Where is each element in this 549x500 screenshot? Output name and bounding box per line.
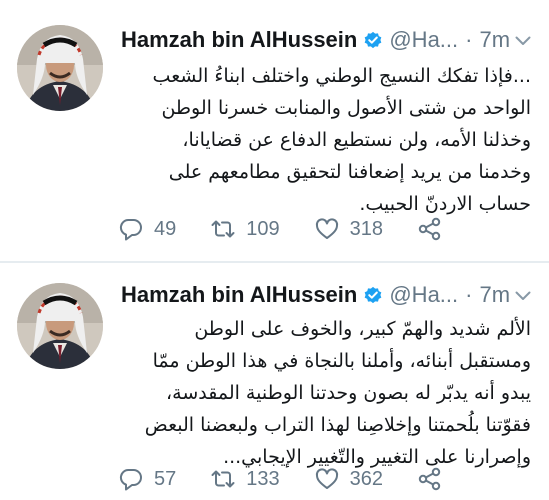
- retweet-count: 109: [246, 217, 280, 240]
- timestamp[interactable]: 7m: [479, 27, 510, 53]
- like-count: 318: [349, 217, 383, 240]
- avatar-image: [17, 283, 103, 369]
- separator-dot: ·: [465, 282, 473, 307]
- reply-button[interactable]: 49: [118, 216, 176, 242]
- tweet-text: ...فإذا تفكك النسيج الوطني واختلف ابناءُ…: [118, 60, 531, 220]
- tweet-actions: 57 133 362: [118, 464, 477, 494]
- tweet-text-line: وخدمنا من يريد إضعافنا لتحقيق مطامعهم عل…: [168, 161, 531, 183]
- timestamp[interactable]: 7m: [479, 282, 510, 308]
- tweet-text-line: يبدو أنه يدبّر له بصون وحدتنا الوطنية ال…: [166, 382, 531, 404]
- retweet-icon: [211, 220, 235, 238]
- author-handle[interactable]: @Ha...: [389, 27, 458, 53]
- like-count: 362: [349, 467, 383, 490]
- reply-count: 57: [154, 467, 177, 490]
- tweet-text-line: فقوّتنا بلُحمتنا وإخلاصِنا لهذا التراب و…: [144, 414, 531, 436]
- reply-count: 49: [154, 217, 177, 240]
- chevron-down-icon[interactable]: [515, 36, 531, 46]
- tweet-header: Hamzah bin AlHussein @Ha... · 7m: [121, 279, 510, 311]
- avatar[interactable]: [17, 283, 103, 369]
- heart-icon: [315, 218, 338, 239]
- like-button[interactable]: 362: [314, 466, 383, 492]
- like-button[interactable]: 318: [314, 216, 383, 242]
- avatar-image: [17, 25, 103, 111]
- reply-icon: [119, 218, 142, 241]
- verified-badge-icon: [363, 30, 383, 50]
- tweet[interactable]: Hamzah bin AlHussein @Ha... · 7m ...فإذا…: [0, 0, 549, 262]
- tweet-text: الألم شديد والهمّ كبير، والخوف على الوطن…: [118, 313, 531, 473]
- separator-dot: ·: [465, 27, 473, 52]
- tweet-text-line: الواحد من شتى الأصول والمنابت خسرنا الوط…: [161, 97, 531, 119]
- share-icon: [418, 217, 441, 241]
- share-button[interactable]: [417, 466, 443, 492]
- reply-button[interactable]: 57: [118, 466, 176, 492]
- tweet-text-line: ومستقبل أبنائه، وأملنا بالنجاة في هذا ال…: [152, 350, 531, 372]
- reply-icon: [119, 468, 142, 491]
- tweet-text-line: الألم شديد والهمّ كبير، والخوف على الوطن: [194, 318, 531, 340]
- tweet-actions: 49 109 318: [118, 214, 477, 244]
- share-icon: [418, 467, 441, 491]
- author-name[interactable]: Hamzah bin AlHussein: [121, 27, 357, 53]
- tweet-text-line: ...فإذا تفكك النسيج الوطني واختلف ابناءُ…: [152, 65, 531, 87]
- retweet-count: 133: [246, 467, 280, 490]
- retweet-button[interactable]: 133: [210, 466, 280, 492]
- author-handle[interactable]: @Ha...: [389, 282, 458, 308]
- retweet-button[interactable]: 109: [210, 216, 280, 242]
- tweet[interactable]: Hamzah bin AlHussein @Ha... · 7m الألم ش…: [0, 263, 549, 500]
- tweet-text-line: وخذلنا الأمه، ولن نستطيع الدفاع عن قضايا…: [182, 129, 531, 151]
- heart-icon: [315, 468, 338, 489]
- avatar[interactable]: [17, 25, 103, 111]
- chevron-down-icon[interactable]: [515, 291, 531, 301]
- tweet-header: Hamzah bin AlHussein @Ha... · 7m: [121, 24, 510, 56]
- verified-badge-icon: [363, 285, 383, 305]
- share-button[interactable]: [417, 216, 443, 242]
- author-name[interactable]: Hamzah bin AlHussein: [121, 282, 357, 308]
- retweet-icon: [211, 470, 235, 488]
